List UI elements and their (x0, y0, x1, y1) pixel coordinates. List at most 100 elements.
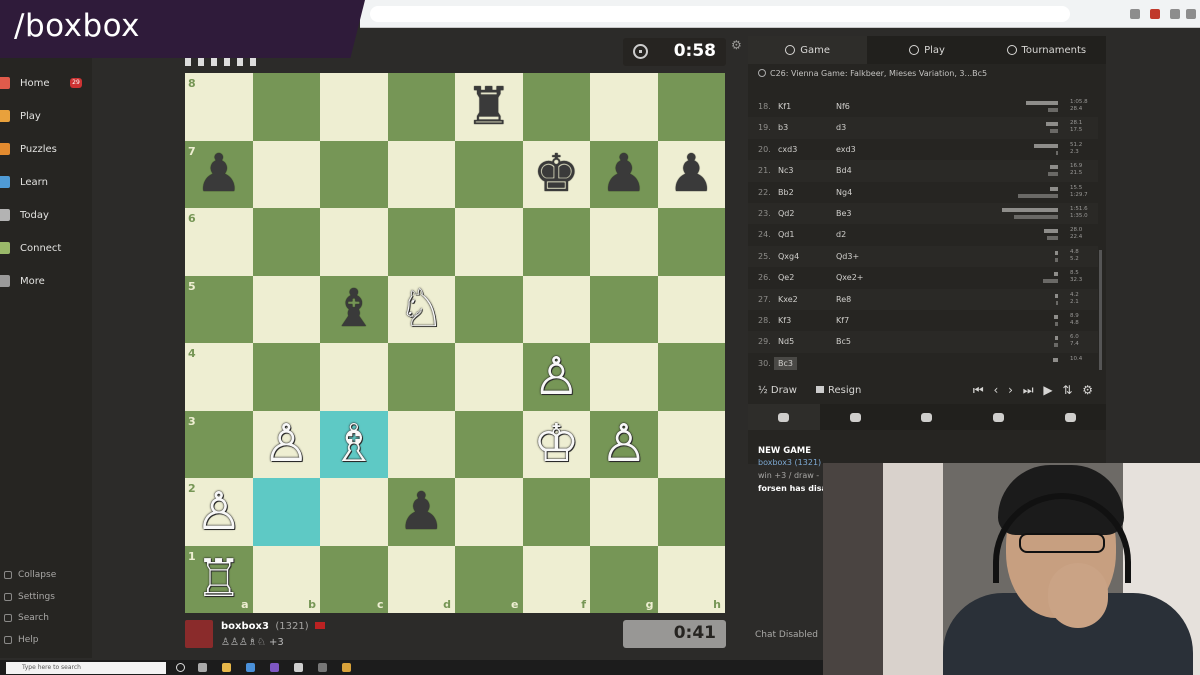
white-piece-b3[interactable]: ♙ (253, 411, 321, 479)
square-c7[interactable] (320, 140, 388, 208)
square-e4[interactable] (455, 343, 523, 411)
white-move[interactable]: b3 (778, 123, 788, 132)
opening-name[interactable]: C26: Vienna Game: Falkbeer, Mieses Varia… (758, 69, 987, 78)
sidebar-footer-settings[interactable]: Settings (4, 592, 55, 602)
white-move[interactable]: cxd3 (778, 145, 797, 154)
square-g8[interactable] (590, 73, 658, 141)
square-a1[interactable]: 1 a ♖ (185, 545, 253, 613)
square-c8[interactable] (320, 73, 388, 141)
square-f1[interactable]: f (522, 545, 590, 613)
square-b4[interactable] (252, 343, 320, 411)
white-piece-f4[interactable]: ♙ (523, 343, 591, 411)
sidebar-item-learn[interactable]: Learn (0, 169, 92, 195)
black-move[interactable]: d3 (836, 123, 846, 132)
square-c2[interactable] (320, 478, 388, 546)
square-b3[interactable]: ♙ (252, 410, 321, 479)
square-h5[interactable] (657, 275, 725, 343)
black-piece-c5[interactable]: ♝ (320, 276, 388, 344)
square-h8[interactable] (657, 73, 725, 141)
black-piece-e8[interactable]: ♜ (455, 73, 523, 141)
address-bar[interactable] (370, 6, 1070, 22)
square-f6[interactable] (522, 208, 590, 276)
square-d3[interactable] (387, 410, 455, 478)
subtab-users[interactable] (891, 404, 963, 430)
square-e3[interactable] (455, 410, 523, 478)
settings-icon[interactable] (294, 663, 303, 672)
white-move[interactable]: Kf1 (778, 102, 791, 111)
square-a2[interactable]: 2 ♙ (185, 478, 253, 546)
square-b2[interactable] (252, 478, 320, 546)
square-g2[interactable] (590, 478, 658, 546)
square-f4[interactable]: ♙ (522, 343, 591, 411)
sidebar-item-more[interactable]: More (0, 268, 92, 294)
square-f2[interactable] (522, 478, 590, 546)
square-d1[interactable]: d (387, 545, 455, 613)
move-list[interactable]: 18. Kf1 Nf6 1:05.8 28.4 19. b3 d3 28.1 17.5 20. cxd… (748, 96, 1106, 378)
square-a4[interactable]: 4 (185, 343, 253, 411)
white-piece-a2[interactable]: ♙ (185, 478, 253, 546)
black-move[interactable]: Bc5 (836, 337, 851, 346)
menu-icon[interactable] (1186, 9, 1196, 19)
white-move[interactable]: Nc3 (778, 166, 793, 175)
square-a6[interactable]: 6 (185, 208, 253, 276)
black-move[interactable]: Bd4 (836, 166, 852, 175)
square-f8[interactable] (522, 73, 590, 141)
white-move[interactable]: Kxe2 (778, 295, 798, 304)
square-e5[interactable] (455, 275, 523, 343)
square-c6[interactable] (320, 208, 388, 276)
square-g6[interactable] (590, 208, 658, 276)
square-h3[interactable] (657, 410, 725, 478)
square-g4[interactable] (590, 343, 658, 411)
sidebar-footer-collapse[interactable]: Collapse (4, 570, 56, 580)
black-move[interactable]: Re8 (836, 295, 851, 304)
square-a8[interactable]: 8 (185, 73, 253, 141)
draw-button[interactable]: ½ Draw (758, 385, 797, 396)
square-h6[interactable] (657, 208, 725, 276)
square-b1[interactable]: b (252, 545, 320, 613)
square-f7[interactable]: ♚ (522, 140, 591, 209)
black-piece-d2[interactable]: ♟ (388, 478, 456, 546)
sidebar-item-home[interactable]: Home 29 (0, 70, 92, 96)
white-move[interactable]: Qd1 (778, 230, 794, 239)
square-e2[interactable] (455, 478, 523, 546)
extension-icon[interactable] (1170, 9, 1180, 19)
black-move[interactable]: d2 (836, 230, 846, 239)
subtab-binoculars[interactable] (820, 404, 892, 430)
white-move[interactable]: Bc3 (774, 356, 797, 370)
app-icon[interactable] (342, 663, 351, 672)
avatar[interactable] (185, 620, 213, 648)
file-explorer-icon[interactable] (222, 663, 231, 672)
square-b5[interactable] (252, 275, 320, 343)
twitch-icon[interactable] (270, 663, 279, 672)
sidebar-item-connect[interactable]: Connect (0, 235, 92, 261)
move-list-scrollbar[interactable] (1099, 250, 1102, 370)
square-e8[interactable]: ♜ (455, 73, 523, 141)
white-piece-d5[interactable]: ♘ (388, 276, 456, 344)
subtab-camera[interactable] (1034, 404, 1106, 430)
sidebar-item-play[interactable]: Play (0, 103, 92, 129)
chess-board[interactable]: 8 ♜ 7 ♟ ♚ ♟ ♟ 6 5 ♝ ♘ 4 ♙ 3 ♙ ♗ ♔ ♙ 2 ♙ ♟ 1 a ♖ b c d e f g h (185, 73, 725, 613)
square-h4[interactable] (657, 343, 725, 411)
white-piece-g3[interactable]: ♙ (590, 411, 658, 479)
app-icon[interactable] (318, 663, 327, 672)
resign-button[interactable]: Resign (816, 385, 861, 396)
black-move[interactable]: Kf7 (836, 316, 849, 325)
square-b6[interactable] (252, 208, 320, 276)
square-d2[interactable]: ♟ (387, 478, 456, 546)
square-e6[interactable] (455, 208, 523, 276)
move-navigation-icons[interactable]: ⏮ ‹ › ⏭ ▶ ⇅ ⚙ (973, 383, 1096, 398)
square-c4[interactable] (320, 343, 388, 411)
square-d5[interactable]: ♘ (387, 275, 456, 344)
square-g1[interactable]: g (590, 545, 658, 613)
taskbar-search-input[interactable]: Type here to search (6, 662, 166, 674)
black-piece-a7[interactable]: ♟ (185, 141, 253, 209)
square-h2[interactable] (657, 478, 725, 546)
black-move[interactable]: exd3 (836, 145, 856, 154)
tab-game[interactable]: Game (748, 36, 868, 64)
black-piece-f7[interactable]: ♚ (523, 141, 591, 209)
square-c3[interactable]: ♗ (320, 410, 388, 478)
square-e1[interactable]: e (455, 545, 523, 613)
square-h7[interactable]: ♟ (657, 140, 725, 208)
task-view-icon[interactable] (198, 663, 207, 672)
tab-tournaments[interactable]: Tournaments (987, 36, 1106, 64)
